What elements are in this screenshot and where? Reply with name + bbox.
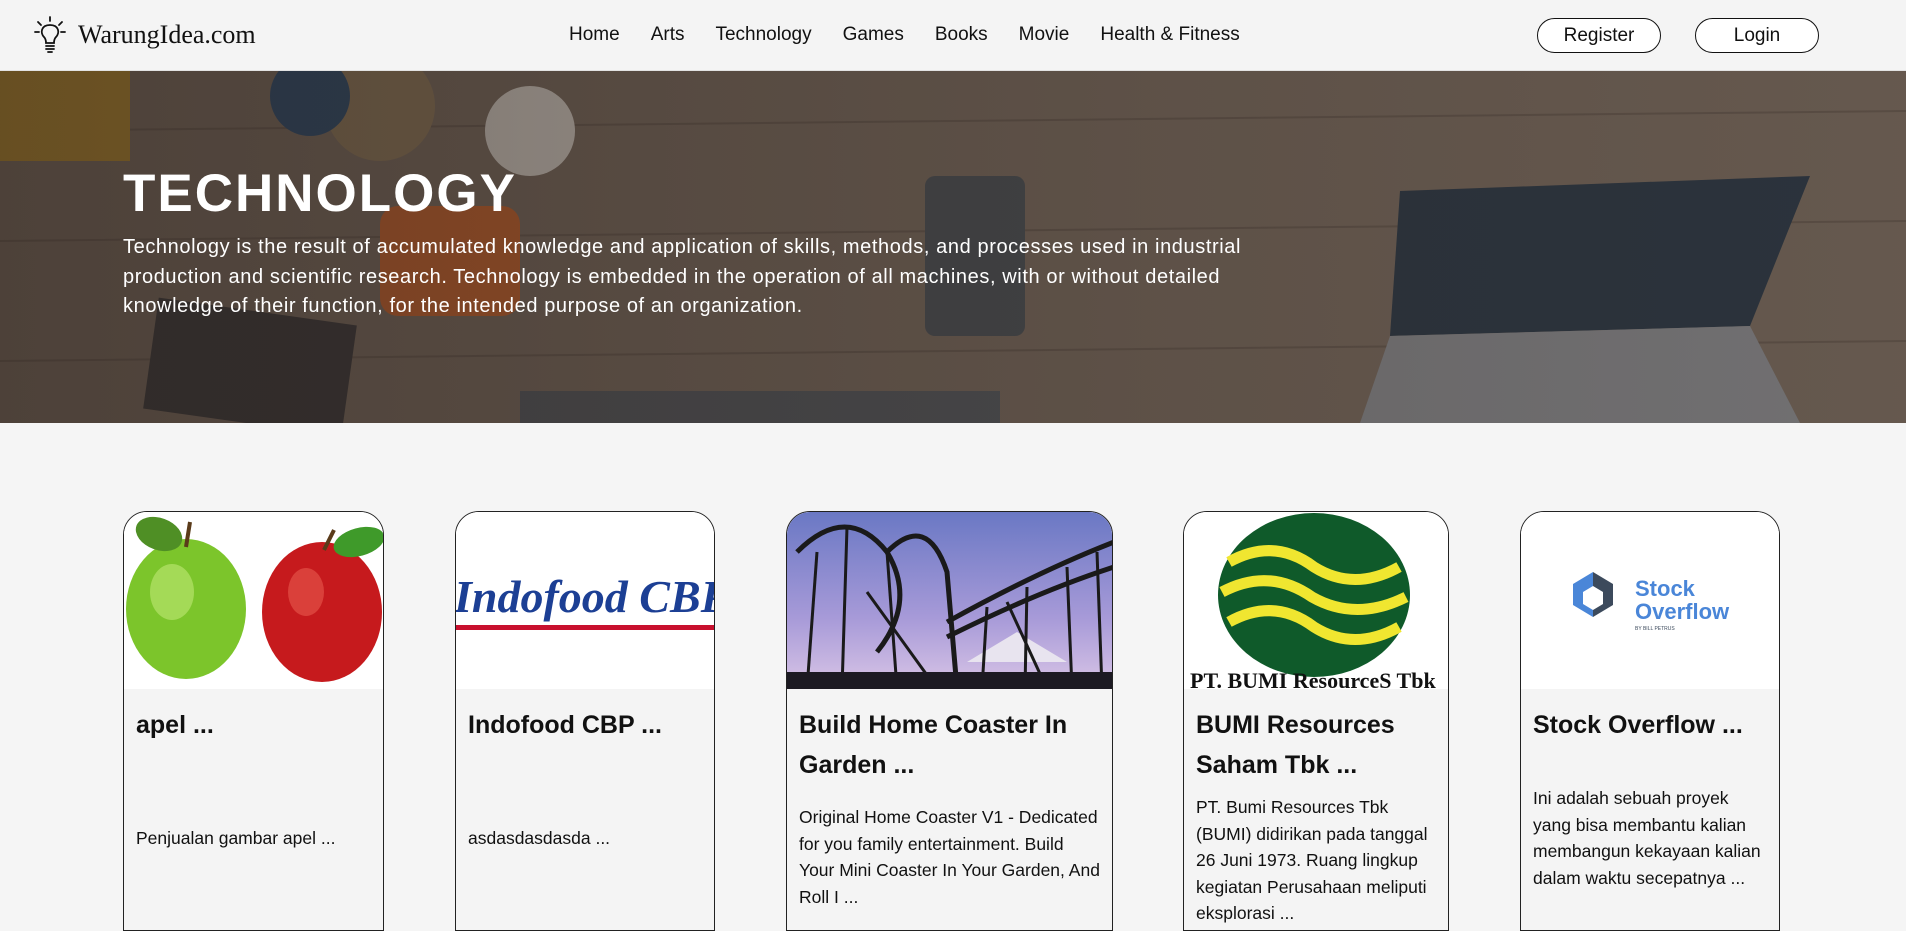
lightbulb-icon <box>34 16 66 53</box>
card-image-apples <box>124 512 383 689</box>
nav-link-books[interactable]: Books <box>935 24 988 46</box>
nav-link-health-fitness[interactable]: Health & Fitness <box>1100 24 1239 46</box>
logo-subtext: BY BILL PETRUS <box>1635 626 1675 632</box>
card-description: Ini adalah sebuah proyek yang bisa memba… <box>1533 788 1761 888</box>
card-image-roller-coaster <box>787 512 1112 689</box>
card-title[interactable]: Stock Overflow ... <box>1533 705 1769 745</box>
navbar: WarungIdea.com Home Arts Technology Game… <box>0 0 1906 71</box>
card-title[interactable]: apel ... <box>136 705 373 745</box>
article-card[interactable]: apel ... Penjualan gambar apel ... <box>123 511 384 931</box>
article-card[interactable]: PT. BUMI ResourceS Tbk BUMI Resources Sa… <box>1183 511 1449 931</box>
nav-link-movie[interactable]: Movie <box>1019 24 1070 46</box>
card-description: PT. Bumi Resources Tbk (BUMI) didirikan … <box>1196 797 1428 923</box>
card-title[interactable]: BUMI Resources Saham Tbk ... <box>1196 705 1438 785</box>
hero-banner: TECHNOLOGY Technology is the result of a… <box>0 71 1906 423</box>
card-title[interactable]: Indofood CBP ... <box>468 705 704 745</box>
nav-link-technology[interactable]: Technology <box>715 24 811 46</box>
article-card[interactable]: Stock Overflow BY BILL PETRUS Stock Over… <box>1520 511 1780 931</box>
card-title[interactable]: Build Home Coaster In Garden ... <box>799 705 1102 785</box>
logo-text-bumi: PT. BUMI ResourceS Tbk <box>1190 668 1436 689</box>
brand-name: WarungIdea.com <box>78 20 256 49</box>
article-card[interactable]: Build Home Coaster In Garden ... Origina… <box>786 511 1113 931</box>
card-image-bumi-logo: PT. BUMI ResourceS Tbk <box>1184 512 1448 689</box>
card-description: Original Home Coaster V1 - Dedicated for… <box>799 807 1100 907</box>
card-description: asdasdasdasda ... <box>468 828 611 848</box>
article-card[interactable]: Indofood CBP Indofood CBP ... asdasdasda… <box>455 511 715 931</box>
brand-logo[interactable]: WarungIdea.com <box>34 16 256 54</box>
logo-text-stock: Stock <box>1635 576 1696 601</box>
login-button[interactable]: Login <box>1695 18 1819 53</box>
nav-link-home[interactable]: Home <box>569 24 620 46</box>
register-button[interactable]: Register <box>1537 18 1661 53</box>
card-image-stock-overflow-logo: Stock Overflow BY BILL PETRUS <box>1521 512 1779 689</box>
nav-link-arts[interactable]: Arts <box>651 24 685 46</box>
hero-description: Technology is the result of accumulated … <box>123 236 1242 317</box>
hero-title: TECHNOLOGY <box>123 164 517 223</box>
logo-text-indofood: Indofood CBP <box>456 571 714 622</box>
main-nav: Home Arts Technology Games Books Movie H… <box>569 24 1271 46</box>
logo-text-overflow: Overflow <box>1635 599 1730 624</box>
nav-link-games[interactable]: Games <box>843 24 904 46</box>
card-description: Penjualan gambar apel ... <box>136 828 336 848</box>
card-image-indofood-logo: Indofood CBP <box>456 512 714 689</box>
